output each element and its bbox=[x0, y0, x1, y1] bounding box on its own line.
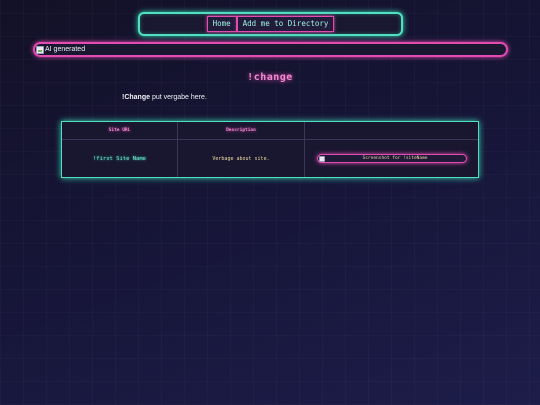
screenshot-cell: Screenshot for !siteName bbox=[305, 140, 478, 177]
header-description: Description bbox=[178, 122, 305, 140]
home-button[interactable]: Home bbox=[206, 16, 237, 32]
intro-rest-text: put vergabe here. bbox=[150, 94, 207, 101]
site-name-cell[interactable]: !first Site Name bbox=[62, 140, 178, 177]
header-site-url: Site URL bbox=[62, 122, 178, 140]
broken-image-icon bbox=[36, 45, 44, 54]
top-nav: Home Add me to Directory bbox=[138, 12, 403, 36]
page-title: !change bbox=[247, 72, 293, 83]
header-screenshot bbox=[305, 122, 478, 140]
screenshot-alt-text: Screenshot for !siteName bbox=[362, 156, 428, 161]
intro-bold-text: !Change bbox=[122, 94, 150, 101]
site-screenshot-image[interactable]: Screenshot for !siteName bbox=[316, 154, 467, 163]
add-to-directory-button[interactable]: Add me to Directory bbox=[236, 16, 335, 32]
site-description-cell: Verbage about site. bbox=[178, 140, 305, 177]
intro-text: !Change put vergabe here. bbox=[122, 94, 207, 101]
hero-image-alt-text: AI generated bbox=[45, 46, 86, 53]
site-table: Site URL Description !first Site Name Ve… bbox=[61, 121, 479, 178]
hero-image: AI generated bbox=[33, 42, 508, 57]
